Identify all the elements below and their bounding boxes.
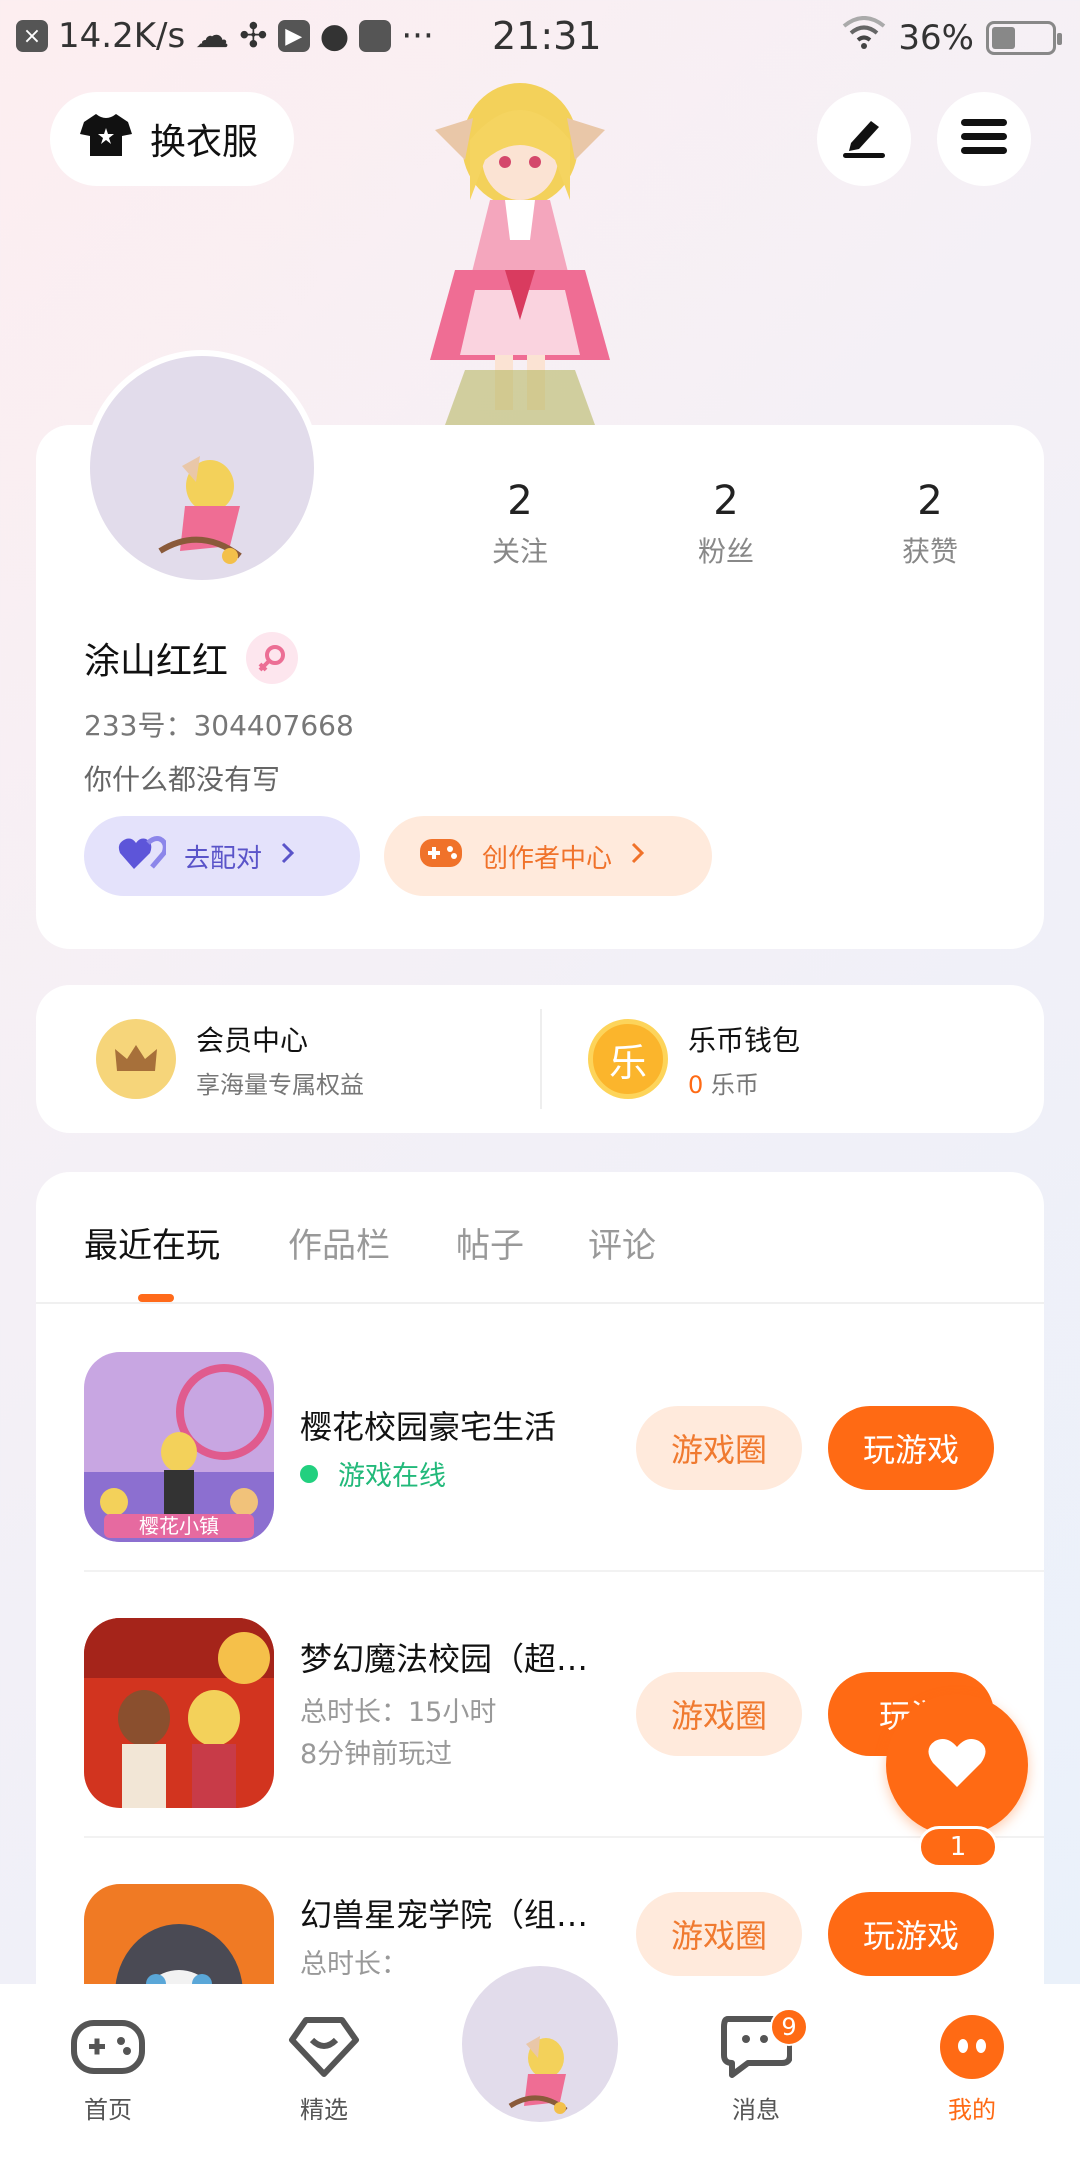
game-circle-button[interactable]: 游戏圈 [636, 1672, 802, 1756]
menu-button[interactable] [937, 92, 1031, 186]
play-app-icon: ▶ [277, 20, 310, 52]
heart-icon [927, 1737, 987, 1793]
play-game-button[interactable]: 玩游戏 [828, 1406, 994, 1490]
stat-following[interactable]: 2 关注 [450, 478, 590, 570]
svg-text:樱花小镇: 樱花小镇 [139, 1514, 219, 1538]
fab-count-badge: 1 [918, 1826, 998, 1868]
le-coin-icon: 乐 [588, 1019, 668, 1099]
more-notifications-icon: ··· [401, 16, 434, 56]
total-playtime: 总时长： [300, 1949, 408, 1980]
user-id: 233号：304407668 [84, 709, 354, 742]
change-clothes-button[interactable]: 换衣服 [50, 92, 294, 186]
coin-wallet[interactable]: 乐 乐币钱包 0 乐币 [588, 985, 800, 1133]
tab-posts[interactable]: 帖子 [456, 1218, 524, 1267]
likes-label: 获赞 [901, 535, 958, 568]
female-icon [246, 632, 299, 684]
chevron-right-icon [280, 841, 296, 872]
messages-badge: 9 [770, 2008, 808, 2046]
heart-diamond-icon [286, 2014, 362, 2080]
game-icon[interactable]: 樱花小镇 [84, 1352, 274, 1542]
hamburger-icon [961, 117, 1007, 161]
cloud-icon: ☁ [195, 16, 230, 56]
battery-icon [986, 20, 1062, 55]
edit-button[interactable] [817, 92, 911, 186]
change-clothes-label: 换衣服 [150, 122, 259, 163]
vip-center[interactable]: 会员中心 享海量专属权益 [96, 985, 364, 1133]
stat-fans[interactable]: 2 粉丝 [656, 478, 796, 570]
vip-subtitle: 享海量专属权益 [196, 1070, 364, 1099]
coin-balance: 0 乐币 [688, 1070, 759, 1099]
fan-icon: ✣ [239, 16, 268, 56]
game-title: 梦幻魔法校园（超… [300, 1640, 589, 1678]
stat-likes[interactable]: 2 获赞 [860, 478, 1000, 570]
favorite-fab[interactable] [886, 1694, 1028, 1836]
nav-center-avatar[interactable] [456, 1960, 624, 2128]
creator-center-label: 创作者中心 [482, 843, 613, 874]
last-played: 8分钟前玩过 [300, 1739, 453, 1770]
battery-percent: 36% [898, 17, 974, 58]
shirt-icon [80, 112, 132, 167]
likes-count: 2 [917, 478, 943, 524]
game-title: 樱花校园豪宅生活 [300, 1408, 557, 1446]
vip-title: 会员中心 [196, 1023, 309, 1057]
nav-mine-label: 我的 [948, 2096, 996, 2124]
nav-home[interactable]: 首页 [38, 2014, 178, 2125]
pair-label: 去配对 [184, 843, 263, 874]
chevron-right-icon [630, 841, 646, 872]
pen-icon [841, 115, 887, 163]
coin-wallet-title: 乐币钱包 [688, 1023, 801, 1057]
fans-count: 2 [713, 478, 739, 524]
close-notification-icon: × [16, 20, 48, 52]
play-game-button[interactable]: 玩游戏 [828, 1892, 994, 1976]
game-title: 幻兽星宠学院（组… [300, 1896, 589, 1934]
nav-featured-label: 精选 [300, 2096, 348, 2124]
following-count: 2 [507, 478, 533, 524]
mine-face-icon [934, 2014, 1010, 2080]
game-icon[interactable] [84, 1618, 274, 1808]
avatar-character-image[interactable] [395, 70, 645, 425]
app-icon: ● [319, 16, 350, 56]
online-label: 游戏在线 [338, 1461, 446, 1492]
username: 涂山红红 [84, 641, 229, 682]
online-dot-icon [300, 1464, 318, 1483]
membership-wallet-card: 会员中心 享海量专属权益 乐 乐币钱包 0 乐币 [36, 985, 1044, 1133]
status-bar: × 14.2K/s ☁ ✣ ▶ ● ··· 21:31 36% [0, 0, 1080, 72]
following-label: 关注 [491, 535, 548, 568]
game-circle-button[interactable]: 游戏圈 [636, 1892, 802, 1976]
tab-recently-played[interactable]: 最近在玩 [84, 1218, 220, 1267]
wifi-icon [842, 16, 886, 59]
nav-featured[interactable]: 精选 [254, 2014, 394, 2125]
creator-center-button[interactable]: 创作者中心 [384, 816, 712, 896]
crown-icon [96, 1019, 176, 1099]
tab-works[interactable]: 作品栏 [288, 1218, 390, 1267]
nav-home-label: 首页 [84, 2096, 132, 2124]
heart-pair-icon [118, 835, 168, 878]
total-playtime: 总时长：15小时 [300, 1697, 497, 1728]
game-row[interactable]: 樱花小镇 樱花校园豪宅生活 游戏在线 游戏圈 玩游戏 [84, 1306, 1044, 1572]
username-row: 涂山红红 [84, 632, 299, 684]
tab-comments[interactable]: 评论 [588, 1218, 656, 1267]
active-tab-indicator [138, 1294, 174, 1302]
tab-bar: 最近在玩 作品栏 帖子 评论 [36, 1172, 1044, 1304]
divider [540, 1009, 542, 1109]
fans-label: 粉丝 [697, 535, 754, 568]
game-circle-button[interactable]: 游戏圈 [636, 1406, 802, 1490]
nav-messages-label: 消息 [732, 2096, 780, 2124]
pair-button[interactable]: 去配对 [84, 816, 360, 896]
app-square-icon [359, 20, 392, 52]
gamepad-icon [418, 835, 464, 878]
network-speed: 14.2K/s [58, 16, 186, 56]
user-bio: 你什么都没有写 [84, 763, 281, 796]
clock: 21:31 [492, 14, 602, 58]
online-status: 游戏在线 [300, 1454, 446, 1493]
avatar[interactable] [84, 350, 320, 586]
nav-mine[interactable]: 我的 [902, 2014, 1042, 2125]
gamepad-icon [70, 2014, 146, 2080]
